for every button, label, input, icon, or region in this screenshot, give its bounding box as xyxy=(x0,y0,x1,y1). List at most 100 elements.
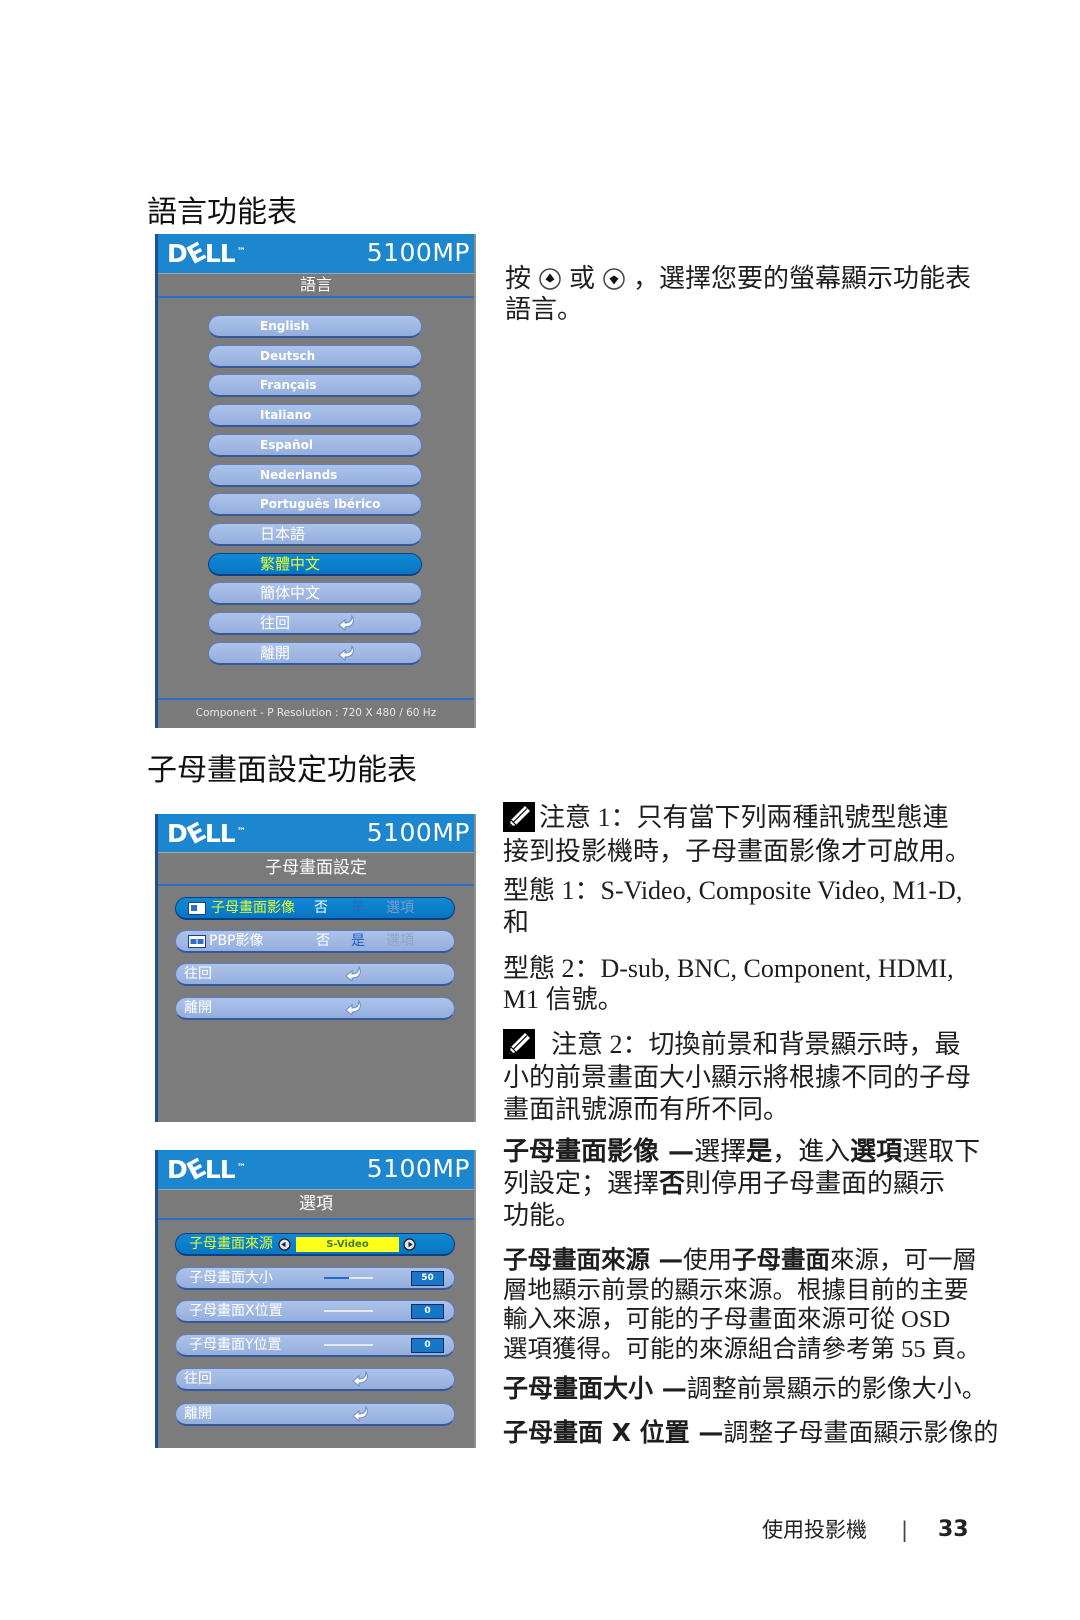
osd-header: DELL ™ 5100MP xyxy=(158,1150,474,1189)
size-value: 50 xyxy=(411,1271,444,1286)
language-option-deutsch: Deutsch xyxy=(208,345,422,368)
return-arrow-icon xyxy=(344,965,364,990)
manual-page: 語言功能表 DELL ™ 5100MP 語言 English Deutsch Fr… xyxy=(0,0,1080,1620)
model-name: 5100MP xyxy=(366,818,470,847)
text-segment: ，進入 xyxy=(772,1137,851,1166)
language-help-text: 按 或 ，選擇您要的螢幕顯示功能表 語言。 xyxy=(505,263,971,325)
row-label: 子母畫面大小 xyxy=(189,1270,273,1286)
option-label: Français xyxy=(260,378,317,392)
pip-image-description: 子母畫面影像 —選擇是，進入選項選取下 列設定；選擇否則停用子母畫面的顯示 功能… xyxy=(503,1136,980,1232)
text-segment: 則停用子母畫面的顯示 xyxy=(685,1169,946,1198)
return-arrow-icon xyxy=(344,999,364,1024)
pip-source-description: 子母畫面來源 —使用子母畫面來源，可一層 層地顯示前景的顯示來源。根據目前的主要… xyxy=(503,1245,981,1364)
page-number: 33 xyxy=(938,1517,969,1542)
note-pencil-icon xyxy=(503,1029,535,1060)
text-line: 小的前景畫面大小顯示將根據不同的子母 xyxy=(503,1063,972,1093)
option-label: Deutsch xyxy=(260,349,316,363)
language-option-francais: Français xyxy=(208,374,422,397)
text-segment: 選取下 xyxy=(902,1137,981,1166)
text-line: 子母畫面影像 —選擇是，進入選項選取下 xyxy=(503,1136,980,1168)
option-yes: 是 xyxy=(351,900,365,916)
logo-letter: LL xyxy=(204,819,236,848)
dell-logo: DELL ™ xyxy=(167,237,246,270)
pip-x-position-description: 子母畫面 X 位置 —調整子母畫面顯示影像的 xyxy=(503,1417,998,1450)
option-label: 往回 xyxy=(260,614,291,632)
language-option-japanese: 日本語 xyxy=(208,523,422,546)
back-option: 往回 xyxy=(175,1368,455,1391)
text-line: 接到投影機時，子母畫面影像才可啟用。 xyxy=(503,837,972,867)
text-line: 型態 2：D-sub, BNC, Component, HDMI, xyxy=(503,954,954,983)
slider-fill xyxy=(324,1277,349,1279)
language-option-simplified-chinese: 簡体中文 xyxy=(208,582,422,605)
text-segment: 列設定；選擇 xyxy=(503,1169,660,1198)
row-label: 子母畫面X位置 xyxy=(189,1303,283,1319)
option-label: Italiano xyxy=(260,408,312,422)
menu-title: 選項 xyxy=(158,1189,474,1220)
pip-size-row: 子母畫面大小 50 xyxy=(175,1267,455,1290)
text-line: M1 信號。 xyxy=(503,985,624,1014)
return-arrow-icon xyxy=(351,1405,371,1430)
option-label: 日本語 xyxy=(260,525,306,543)
note-1: 注意 1：只有當下列兩種訊號型態連 接到投影機時，子母畫面影像才可啟用。 xyxy=(503,801,971,868)
note-pencil-icon xyxy=(503,802,535,833)
option-label: 繁體中文 xyxy=(260,555,321,573)
up-button-icon xyxy=(538,267,562,291)
text-segment: ，選擇您要的螢幕顯示功能表 xyxy=(633,264,972,293)
row-label: 子母畫面Y位置 xyxy=(189,1337,282,1353)
text-segment: 功能。 xyxy=(503,1201,582,1230)
option-label: English xyxy=(260,319,310,333)
option-no: 否 xyxy=(314,900,328,916)
return-arrow-icon xyxy=(337,644,357,668)
osd-status-bar: Component - P Resolution : 720 X 480 / 6… xyxy=(158,698,474,727)
pbp-icon xyxy=(188,935,206,948)
logo-letter: LL xyxy=(204,239,236,268)
osd-pip-settings-menu: DELL ™ 5100MP 子母畫面設定 子母畫面影像 否 是 選項 PBP影像 … xyxy=(155,814,476,1122)
trademark: ™ xyxy=(236,1163,246,1173)
text-line: 層地顯示前景的顯示來源。根據目前的主要 xyxy=(503,1276,969,1304)
language-option-italiano: Italiano xyxy=(208,404,422,427)
pip-y-position-row: 子母畫面Y位置 0 xyxy=(175,1334,455,1357)
osd-header: DELL ™ 5100MP xyxy=(158,234,474,273)
text-line: 子母畫面大小 —調整前景顯示的影像大小。 xyxy=(503,1373,987,1406)
next-arrow-icon xyxy=(403,1238,416,1251)
text-line: 按 或 ，選擇您要的螢幕顯示功能表 xyxy=(505,263,971,294)
section-title-language-menu: 語言功能表 xyxy=(147,195,297,230)
term: 子母畫面 X 位置 — xyxy=(503,1418,724,1447)
pip-source-row: 子母畫面來源 S-Video xyxy=(175,1233,455,1256)
text-line: 畫面訊號源而有所不同。 xyxy=(503,1095,790,1125)
trademark: ™ xyxy=(236,827,246,837)
text-line: 選項獲得。可能的來源組合請參考第 55 頁。 xyxy=(503,1335,981,1363)
option-label: 簡体中文 xyxy=(260,584,321,602)
dell-logo: DELL ™ xyxy=(167,1153,246,1186)
back-option: 往回 xyxy=(208,612,422,635)
exit-option: 離開 xyxy=(208,642,422,665)
footer-chapter-title: 使用投影機 xyxy=(762,1518,867,1542)
osd-language-menu: DELL ™ 5100MP 語言 English Deutsch Français… xyxy=(155,234,476,728)
signal-type-1: 型態 1：S-Video, Composite Video, M1-D, 和 xyxy=(503,875,962,939)
option-yes: 是 xyxy=(351,933,365,949)
text-line: 功能。 xyxy=(503,1200,980,1232)
model-name: 5100MP xyxy=(366,238,470,267)
text-line: 子母畫面來源 —使用子母畫面來源，可一層 xyxy=(503,1245,981,1276)
down-button-icon xyxy=(602,267,626,291)
language-option-english: English xyxy=(208,315,422,338)
row-label: 離開 xyxy=(184,1000,212,1016)
row-label: 子母畫面來源 xyxy=(189,1236,273,1252)
term: 子母畫面大小 — xyxy=(503,1374,687,1403)
signal-type-2: 型態 2：D-sub, BNC, Component, HDMI, M1 信號。 xyxy=(503,953,954,1015)
row-label: 往回 xyxy=(184,966,212,982)
footer-separator: | xyxy=(901,1518,909,1542)
section-title-pip-menu: 子母畫面設定功能表 xyxy=(147,753,417,788)
pip-x-position-row: 子母畫面X位置 0 xyxy=(175,1300,455,1323)
menu-title: 子母畫面設定 xyxy=(158,852,474,886)
option-options: 選項 xyxy=(386,900,414,916)
model-name: 5100MP xyxy=(366,1154,470,1183)
term: 子母畫面來源 — xyxy=(503,1245,684,1274)
text-segment: 按 xyxy=(505,264,532,293)
source-value: S-Video xyxy=(296,1237,399,1252)
text-segment: 調整子母畫面顯示影像的 xyxy=(723,1420,999,1447)
text-line: 子母畫面 X 位置 —調整子母畫面顯示影像的 xyxy=(503,1417,998,1450)
term: 選項 xyxy=(850,1137,903,1167)
language-option-traditional-chinese: 繁體中文 xyxy=(208,553,422,576)
text-segment: 選擇 xyxy=(694,1137,747,1166)
